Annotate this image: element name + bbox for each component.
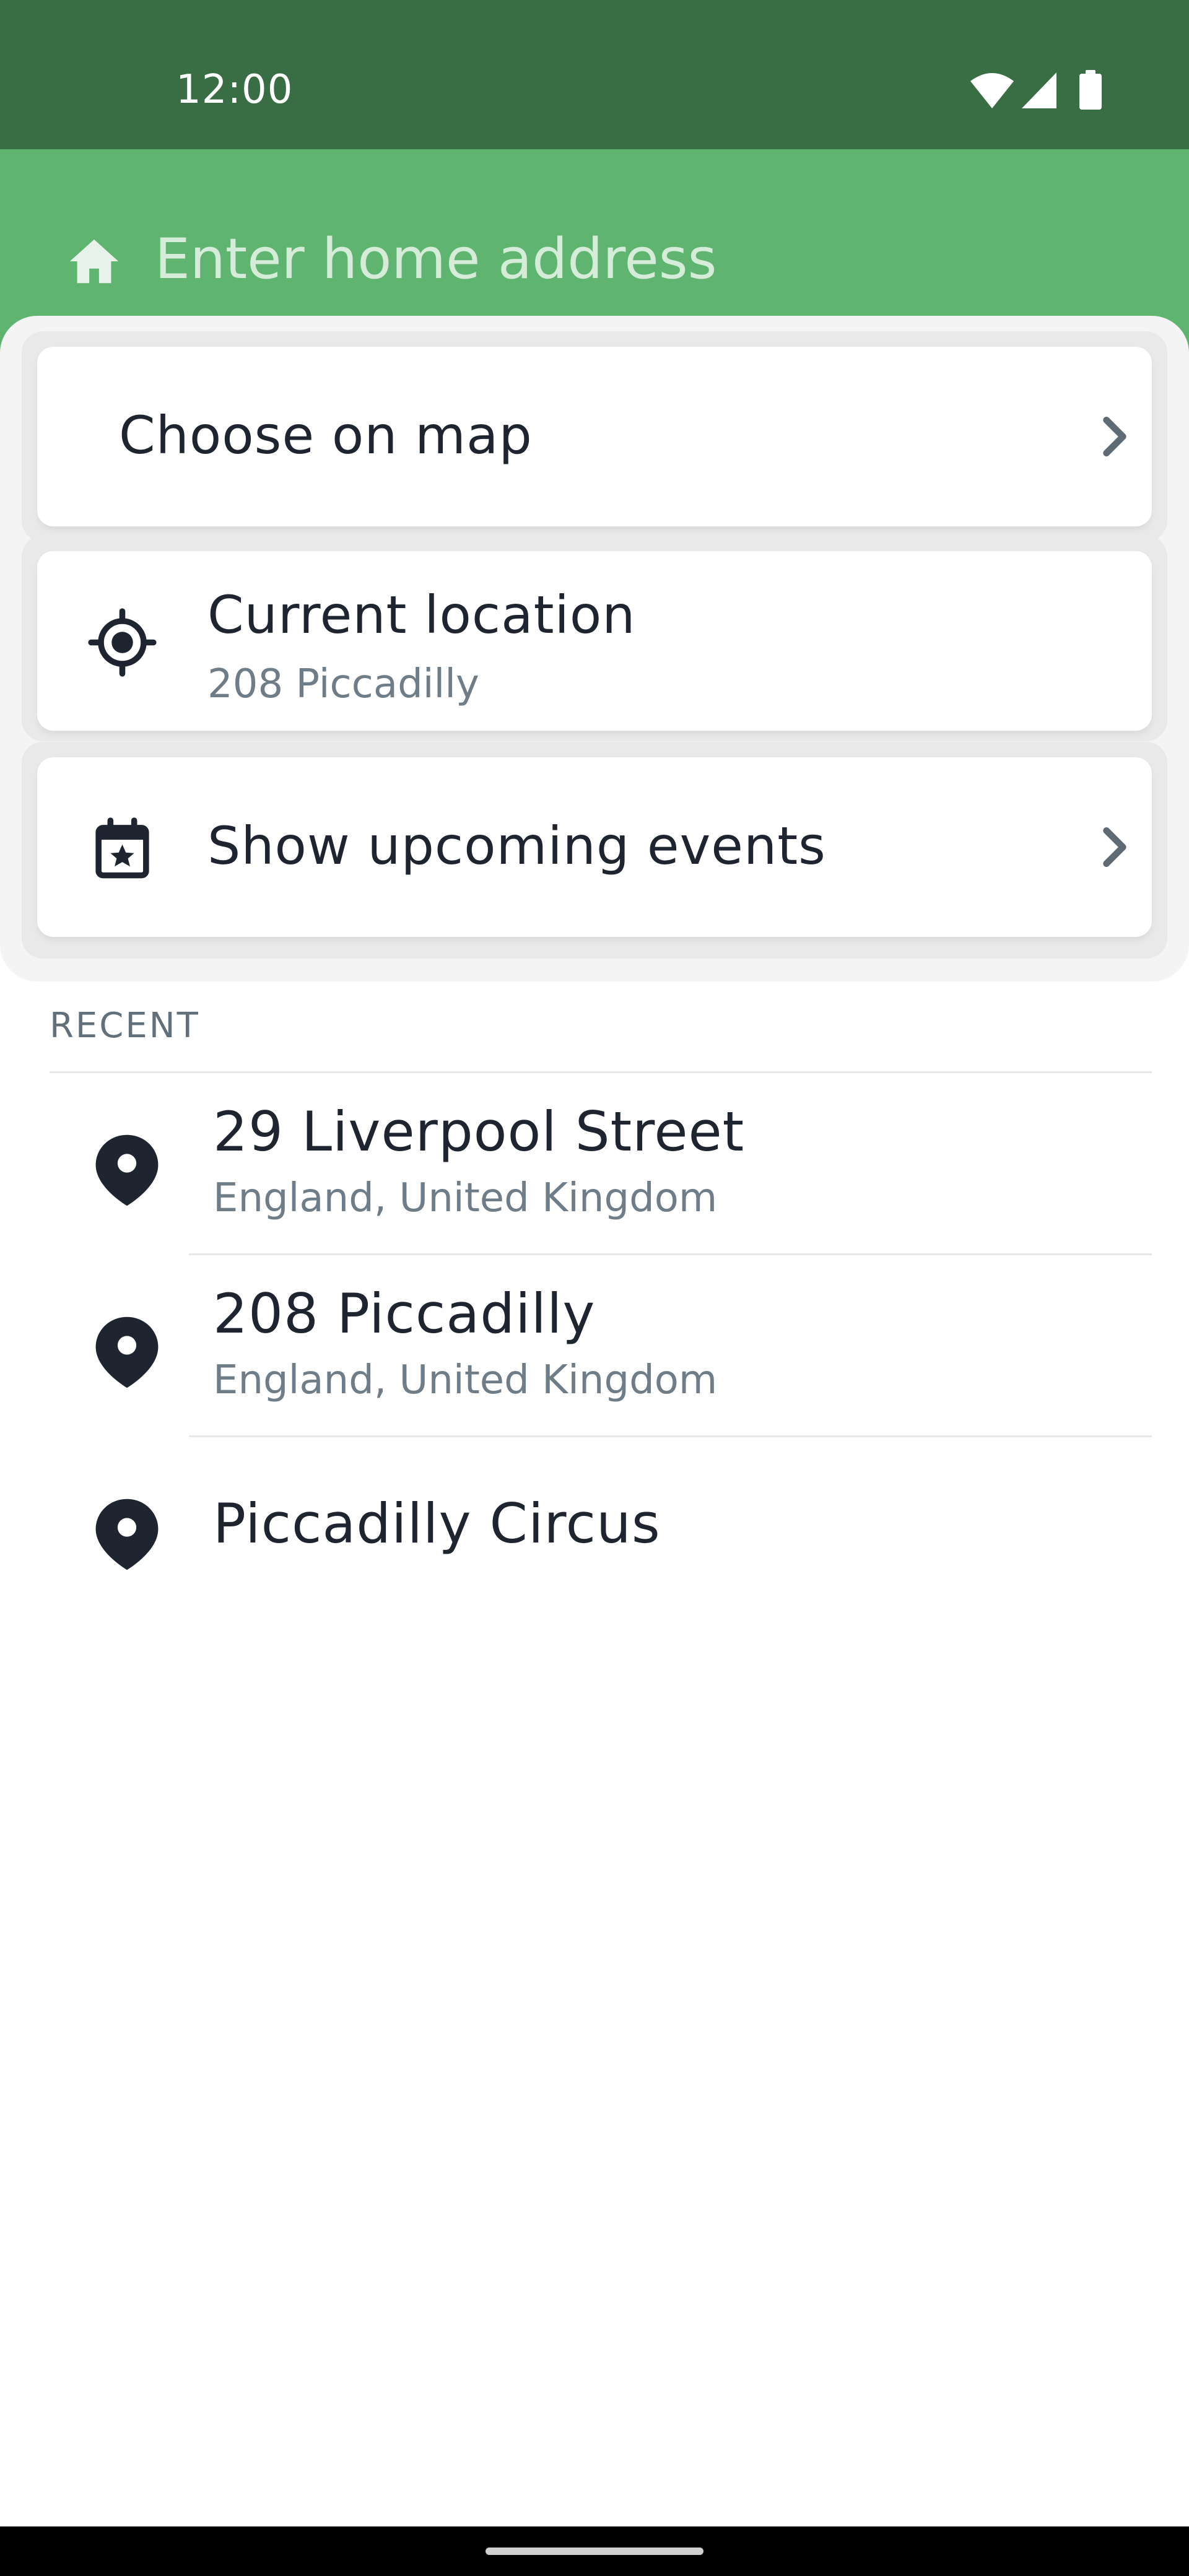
chevron-right-icon bbox=[1103, 417, 1126, 456]
option-sublabel: 208 Piccadilly bbox=[207, 661, 479, 707]
status-time: 12:00 bbox=[176, 67, 294, 113]
current-location-card[interactable]: Current location 208 Piccadilly bbox=[37, 551, 1152, 731]
recent-heading: RECENT bbox=[50, 1006, 200, 1046]
recent-item[interactable]: Piccadilly Circus bbox=[0, 1437, 1189, 1619]
status-bar: 12:00 bbox=[0, 0, 1189, 149]
recent-item-subtitle: England, United Kingdom bbox=[213, 1175, 718, 1221]
current-location-option[interactable]: Current location 208 Piccadilly bbox=[22, 536, 1167, 741]
option-label: Show upcoming events bbox=[207, 816, 826, 876]
option-label: Current location bbox=[207, 585, 636, 645]
status-icons bbox=[969, 70, 1105, 111]
map-pin-icon bbox=[95, 1316, 159, 1388]
recent-item-subtitle: England, United Kingdom bbox=[213, 1357, 718, 1403]
recent-item[interactable]: 208 Piccadilly England, United Kingdom bbox=[0, 1255, 1189, 1437]
choose-on-map-card[interactable]: Choose on map bbox=[37, 347, 1152, 526]
home-icon bbox=[69, 239, 119, 284]
choose-on-map-option[interactable]: Choose on map bbox=[22, 331, 1167, 542]
cellular-signal-icon bbox=[1022, 72, 1056, 108]
location-target-icon bbox=[88, 608, 157, 677]
recent-item-title: 29 Liverpool Street bbox=[213, 1100, 745, 1164]
upcoming-events-option[interactable]: Show upcoming events bbox=[22, 742, 1167, 959]
battery-icon bbox=[1079, 70, 1102, 110]
upcoming-events-card[interactable]: Show upcoming events bbox=[37, 757, 1152, 937]
map-pin-icon bbox=[95, 1499, 159, 1570]
recent-item-title: 208 Piccadilly bbox=[213, 1282, 596, 1346]
home-indicator[interactable] bbox=[486, 2548, 703, 2555]
chevron-right-icon bbox=[1103, 827, 1126, 867]
map-pin-icon bbox=[95, 1134, 159, 1206]
option-label: Choose on map bbox=[119, 405, 533, 466]
calendar-star-icon bbox=[95, 817, 149, 879]
wifi-icon bbox=[970, 73, 1014, 108]
home-address-input[interactable] bbox=[155, 220, 1146, 298]
options-panel: Choose on map Current location 208 Picca… bbox=[0, 316, 1189, 981]
recent-item[interactable]: 29 Liverpool Street England, United King… bbox=[0, 1073, 1189, 1255]
recent-item-title: Piccadilly Circus bbox=[213, 1492, 661, 1556]
